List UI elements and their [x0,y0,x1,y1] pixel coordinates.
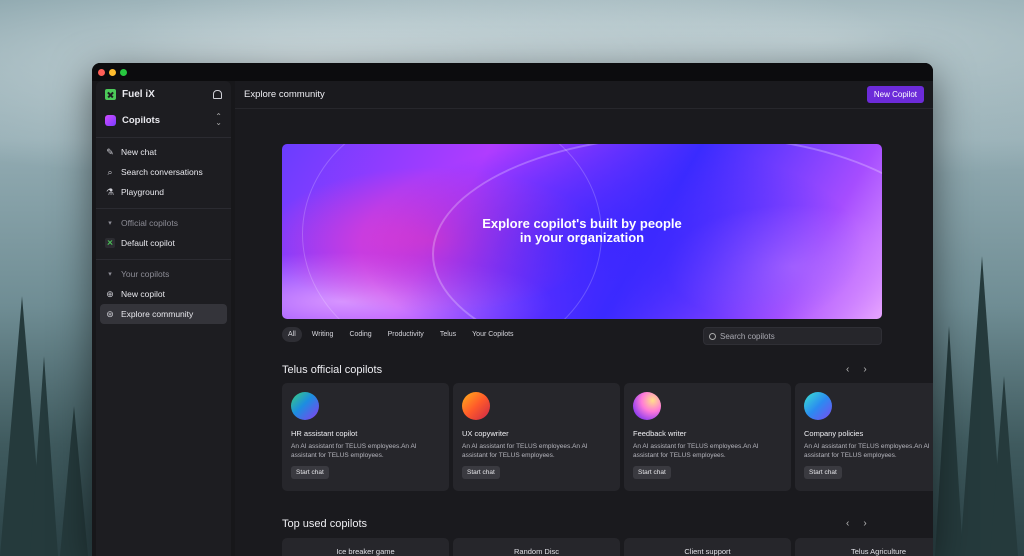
card-description: An AI assistant for TELUS employees.An A… [291,443,417,459]
copilot-card[interactable]: UX copywriter An AI assistant for TELUS … [453,383,620,491]
nav-label: Explore community [121,309,194,319]
search-input[interactable] [720,331,870,341]
minimize-window-button[interactable] [109,68,116,76]
group-label: Your copilots [121,269,170,279]
chevron-left-icon[interactable]: ‹ [846,364,849,375]
search-box [703,327,882,345]
hero-line-1: Explore copilot's built by people [482,216,682,231]
nav-new-copilot[interactable]: ⊕ New copilot [96,284,231,304]
fuel-ix-logo-icon [105,88,116,100]
bell-icon[interactable] [213,89,222,99]
start-chat-button[interactable]: Start chat [462,466,500,479]
nav-explore-community[interactable]: ⊛ Explore community [100,304,227,324]
filter-writing[interactable]: Writing [306,327,340,342]
hero-banner: Explore copilot's built by people in you… [282,144,882,319]
title-bar [92,63,933,81]
copilot-avatar [633,392,661,420]
maximize-window-button[interactable] [120,68,127,76]
search-icon [709,332,716,340]
card-title: HR assistant copilot [291,429,358,438]
sidebar: Fuel iX Copilots ⌃ ⌄ ✎ New chat ⌕ Search … [96,81,231,556]
divider [96,208,231,209]
page-title: Explore community [244,89,325,100]
start-chat-button[interactable]: Start chat [804,466,842,479]
start-chat-button[interactable]: Start chat [633,466,671,479]
nav-label: Search conversations [121,167,203,177]
globe-icon: ⊛ [106,309,114,319]
copilot-card[interactable]: Company policies An AI assistant for TEL… [795,383,933,491]
nav-search-conversations[interactable]: ⌕ Search conversations [96,162,231,182]
filter-your-copilots[interactable]: Your Copilots [466,327,519,342]
chevron-down-icon: ▾ [108,220,112,227]
top-used-cards: Ice breaker game Random Disc Client supp… [282,538,933,556]
copilot-avatar [462,392,490,420]
copilot-card[interactable]: Feedback writer An AI assistant for TELU… [624,383,791,491]
chevron-updown-icon: ⌃ ⌄ [215,112,222,127]
filter-all[interactable]: All [282,327,302,342]
top-used-carousel-nav: ‹ › [846,518,867,529]
card-title: UX copywriter [462,429,509,438]
copilot-avatar [804,392,832,420]
edit-icon: ✎ [106,147,114,157]
card-title: Feedback writer [633,429,687,438]
chevron-down-icon: ▾ [108,271,112,278]
nav-label: Playground [121,187,165,197]
hero-line-2: in your organization [519,230,645,245]
copilot-card[interactable]: Telus Agriculture [795,538,933,556]
chevron-right-icon[interactable]: › [863,518,866,529]
card-description: An AI assistant for TELUS employees.An A… [462,443,588,459]
brand-row: Fuel iX [96,81,231,107]
nav-label: New chat [121,147,157,157]
official-carousel-nav: ‹ › [846,364,867,375]
chevron-left-icon[interactable]: ‹ [846,518,849,529]
copilot-card[interactable]: HR assistant copilot An AI assistant for… [282,383,449,491]
new-copilot-button[interactable]: New Copilot [866,86,924,103]
app-window: Fuel iX Copilots ⌃ ⌄ ✎ New chat ⌕ Search … [92,63,933,556]
flask-icon: ⚗ [105,187,115,197]
copilot-card[interactable]: Random Disc [453,538,620,556]
start-chat-button[interactable]: Start chat [291,466,329,479]
copilot-card[interactable]: Client support [624,538,791,556]
copilot-card[interactable]: Ice breaker game [282,538,449,556]
nav-default-copilot[interactable]: Default copilot [96,233,231,253]
card-title: Company policies [804,429,864,438]
nav-playground[interactable]: ⚗ Playground [96,182,231,202]
close-window-button[interactable] [98,68,105,76]
divider [96,137,231,138]
copilots-selector[interactable]: Copilots ⌃ ⌄ [96,107,231,133]
filter-productivity[interactable]: Productivity [382,327,430,342]
nav-label: New copilot [121,289,165,299]
copilot-avatar [291,392,319,420]
section-title-top-used: Top used copilots [282,518,367,530]
hero-heading: Explore copilot's built by people in you… [282,217,882,245]
divider [96,259,231,260]
group-label: Official copilots [121,218,179,228]
copilots-selector-label: Copilots [122,114,160,126]
copilots-icon [105,114,116,126]
section-title-official: Telus official copilots [282,364,383,376]
official-copilots-group[interactable]: ▾ Official copilots [96,213,231,233]
fuel-ix-small-icon [105,238,115,248]
brand-name: Fuel iX [122,88,155,100]
chevron-right-icon[interactable]: › [863,364,866,375]
plus-circle-icon: ⊕ [106,289,114,299]
card-description: An AI assistant for TELUS employees.An A… [804,443,930,459]
official-cards: HR assistant copilot An AI assistant for… [282,383,933,491]
top-bar: Explore community New Copilot [235,81,933,109]
search-icon: ⌕ [107,167,113,177]
nav-label: Default copilot [121,238,175,248]
main-content: Explore community New Copilot Explore co… [235,81,933,556]
nav-new-chat[interactable]: ✎ New chat [96,142,231,162]
filter-chips: All Writing Coding Productivity Telus Yo… [282,327,520,342]
your-copilots-group[interactable]: ▾ Your copilots [96,264,231,284]
card-description: An AI assistant for TELUS employees.An A… [633,443,759,459]
filter-telus[interactable]: Telus [434,327,462,342]
filter-coding[interactable]: Coding [343,327,377,342]
